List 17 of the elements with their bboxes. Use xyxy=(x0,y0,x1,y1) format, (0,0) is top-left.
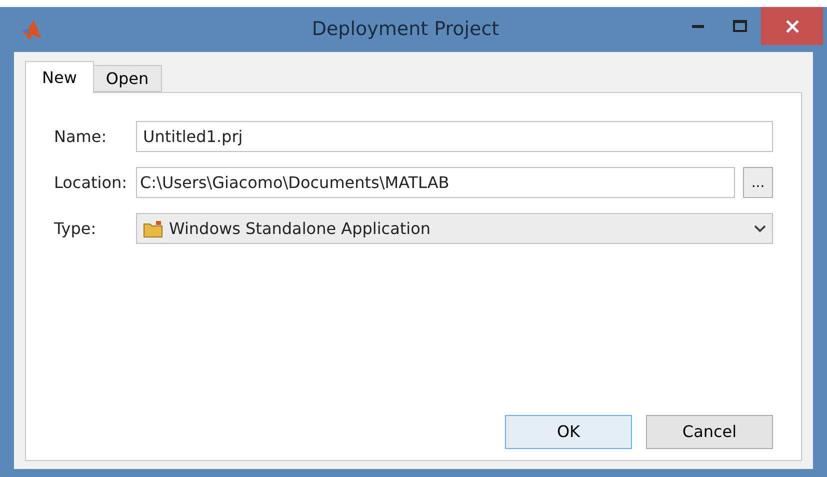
dialog-button[interactable]: Cancel xyxy=(646,415,773,449)
field-label: Type: xyxy=(54,218,98,240)
field-label: Location: xyxy=(54,172,128,194)
type-dropdown[interactable]: Windows Standalone Application xyxy=(136,213,773,244)
dialog-button[interactable]: OK xyxy=(505,415,632,449)
tab[interactable]: New xyxy=(25,61,94,93)
close-button[interactable] xyxy=(761,7,823,45)
chevron-down-icon xyxy=(754,224,766,232)
close-icon xyxy=(786,20,798,32)
field-label: Name: xyxy=(54,126,108,148)
name-field[interactable]: Untitled1.prj xyxy=(136,121,773,152)
folder-icon xyxy=(143,220,163,238)
tab[interactable]: Open xyxy=(94,65,162,92)
location-field[interactable]: C:\Users\Giacomo\Documents\MATLAB xyxy=(136,167,735,198)
logo-icon xyxy=(20,18,44,42)
window-title: Deployment Project xyxy=(310,17,500,42)
browse-button[interactable]: ... xyxy=(743,167,773,198)
